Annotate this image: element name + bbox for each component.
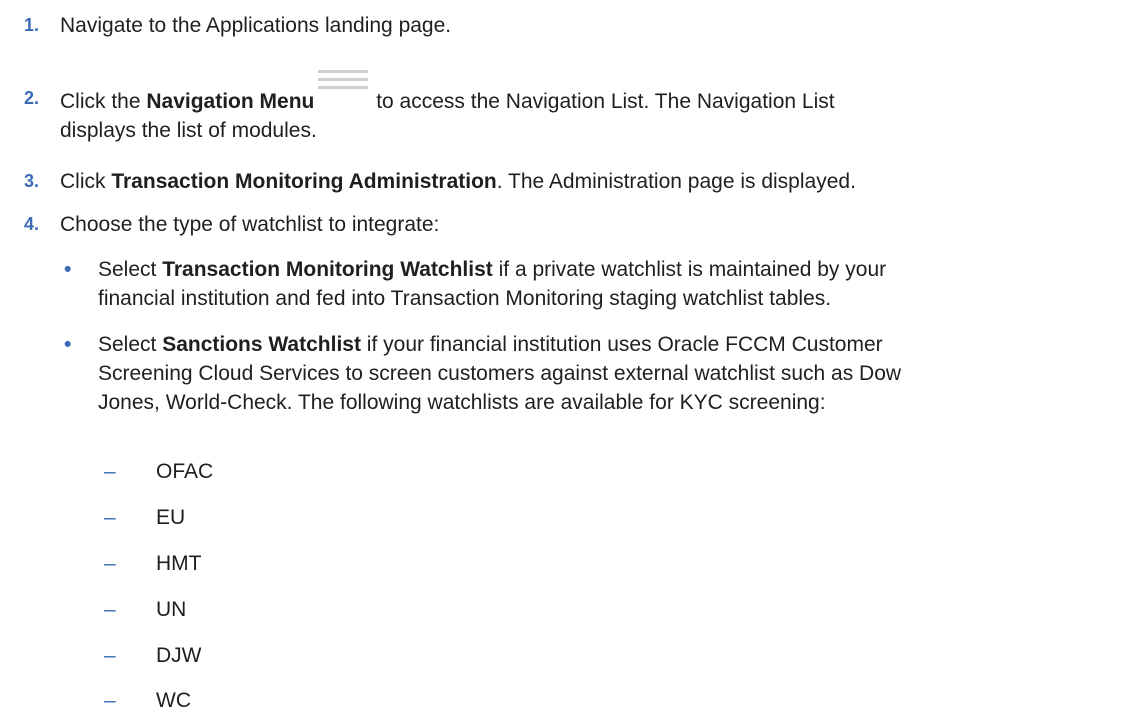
tm-administration-label: Transaction Monitoring Administration — [111, 170, 497, 193]
bullet-marker: • — [64, 333, 72, 356]
hamburger-menu-icon — [318, 70, 369, 110]
watchlist-name: DJW — [156, 644, 202, 667]
navigation-menu-label: Navigation Menu — [146, 90, 315, 113]
step-text: Click the Navigation Menu to access the … — [60, 70, 1120, 145]
step-number: 1. — [24, 15, 40, 35]
step-number: 2. — [24, 88, 40, 108]
bullet-text: Select Sanctions Watchlist if your finan… — [98, 333, 902, 414]
step-number: 3. — [24, 171, 40, 191]
step-text: Click Transaction Monitoring Administrat… — [60, 170, 856, 193]
sanctions-watchlist-label: Sanctions Watchlist — [162, 333, 361, 356]
dash-marker: – — [104, 460, 116, 483]
step-text: Navigate to the Applications landing pag… — [60, 14, 452, 37]
dash-marker: – — [104, 644, 116, 667]
watchlist-name: UN — [156, 598, 187, 621]
watchlist-name: EU — [156, 506, 186, 529]
watchlist-name: OFAC — [156, 460, 214, 483]
tm-watchlist-label: Transaction Monitoring Watchlist — [162, 258, 493, 281]
watchlist-name: WC — [156, 689, 191, 712]
bullet-text: Select Transaction Monitoring Watchlist … — [98, 258, 887, 310]
dash-marker: – — [104, 689, 116, 712]
watchlist-name: HMT — [156, 552, 202, 575]
dash-marker: – — [104, 552, 116, 575]
bullet-marker: • — [64, 258, 72, 281]
dash-marker: – — [104, 506, 116, 529]
step-text: Choose the type of watchlist to integrat… — [60, 213, 440, 236]
step-number: 4. — [24, 214, 40, 234]
dash-marker: – — [104, 598, 116, 621]
